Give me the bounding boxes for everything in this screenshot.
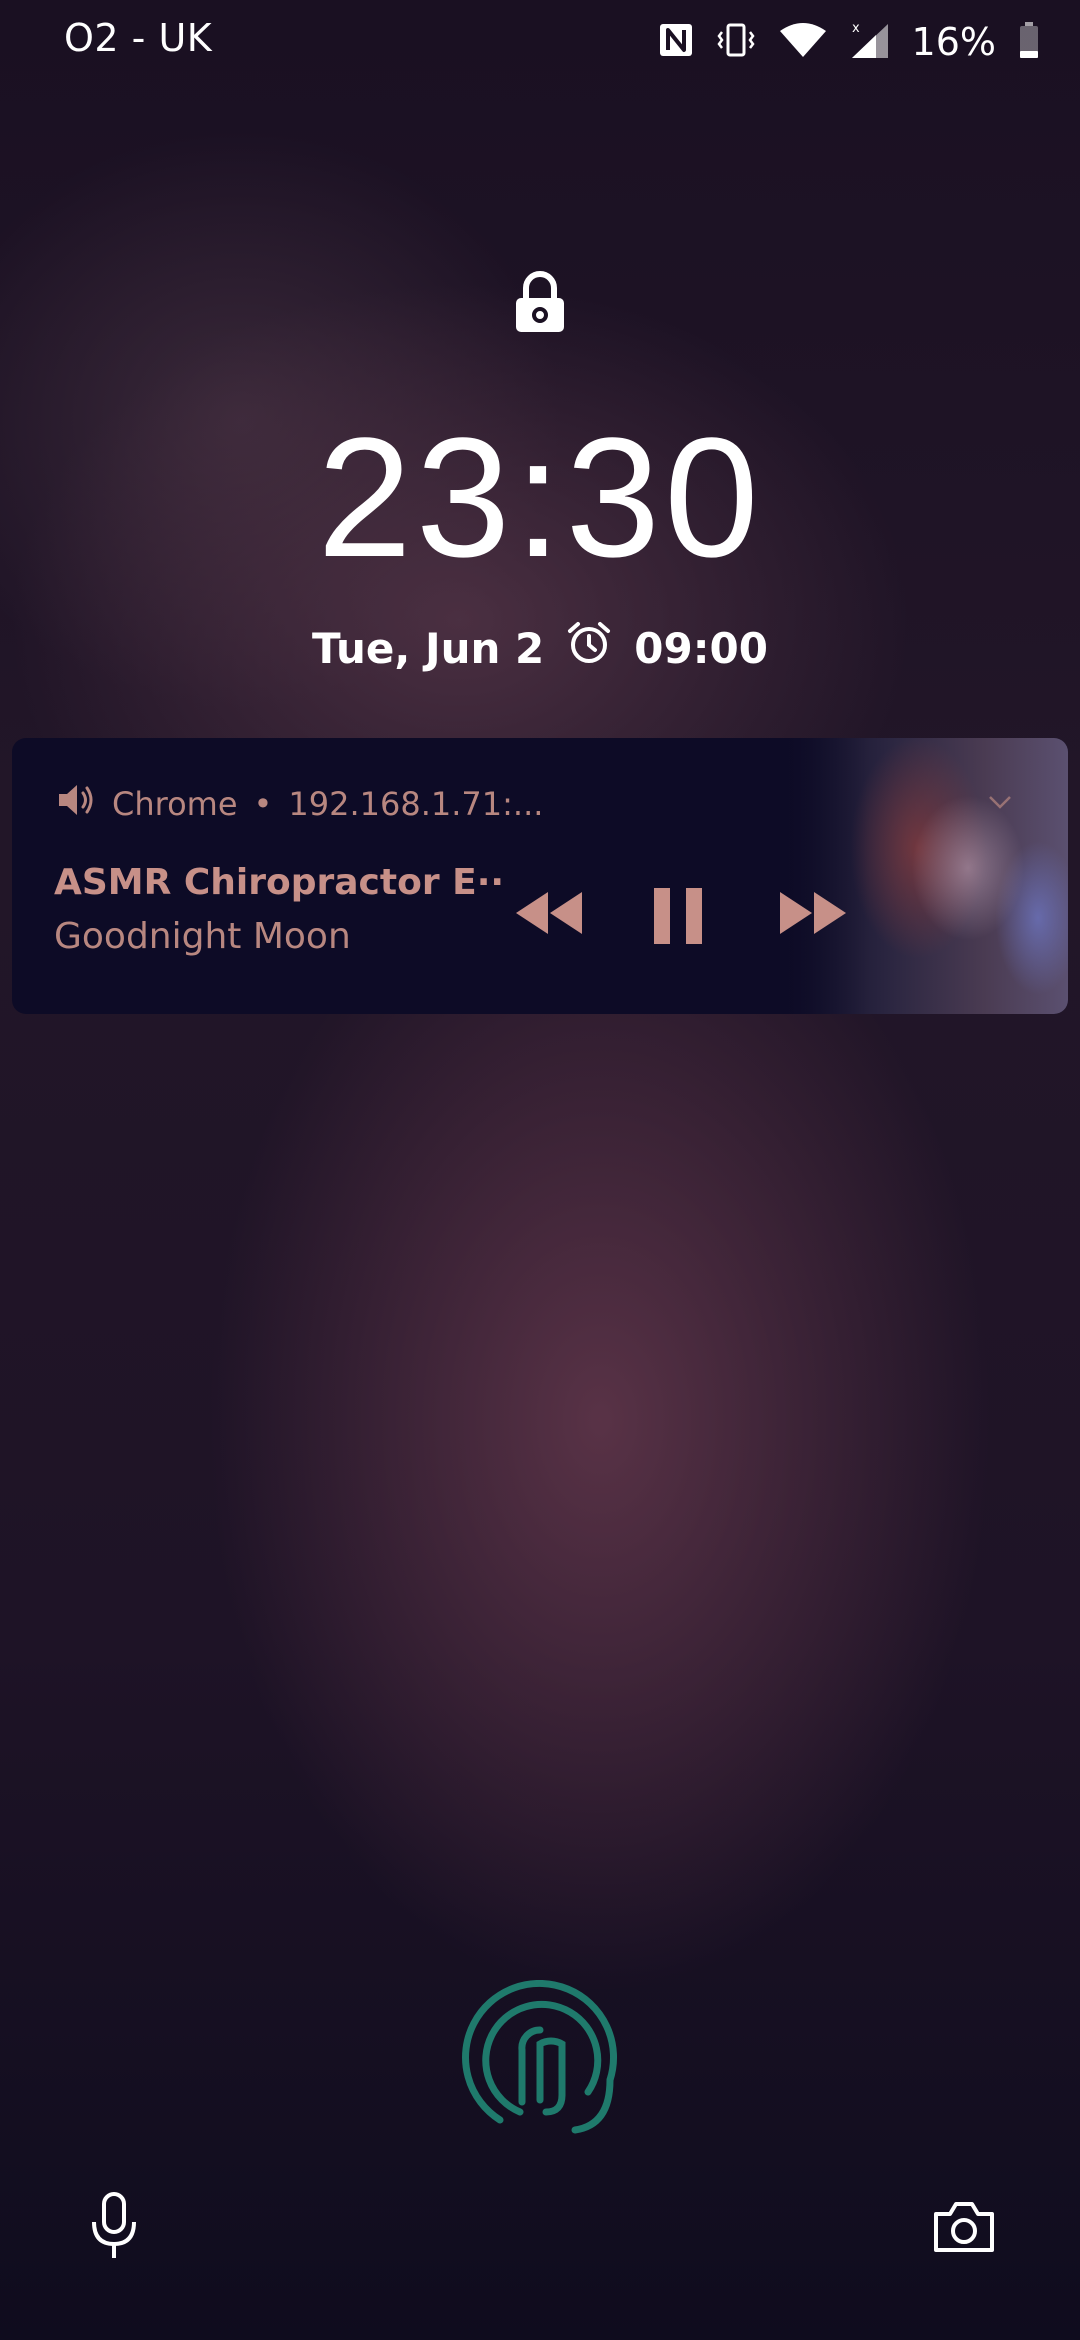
lock-clock: 23:30 [317, 403, 763, 593]
date-text: Tue, Jun 2 [312, 623, 545, 673]
date-alarm-row: Tue, Jun 2 09:00 [0, 620, 1080, 676]
media-title: ASMR Chiropractor E·· [54, 862, 505, 903]
media-notification[interactable]: Chrome • 192.168.1.71:... ASMR Chiroprac… [12, 738, 1068, 1014]
media-app-name: Chrome [112, 785, 238, 823]
vibrate-icon [716, 22, 756, 62]
media-header: Chrome • 192.168.1.71:... [56, 782, 543, 826]
status-bar: O2 - UK x 16% [0, 0, 1080, 84]
microphone-icon[interactable] [88, 2192, 140, 2260]
signal-icon: x [850, 20, 890, 64]
svg-text:x: x [852, 21, 860, 36]
camera-icon[interactable] [932, 2200, 996, 2254]
fingerprint-icon[interactable] [460, 1979, 620, 2140]
nfc-icon [658, 22, 694, 62]
pause-button[interactable] [652, 888, 704, 948]
media-source: 192.168.1.71:... [288, 785, 544, 823]
battery-percent: 16% [911, 20, 996, 64]
fast-forward-button[interactable] [778, 888, 850, 942]
media-separator: • [253, 785, 273, 823]
status-icons: x 16% [658, 16, 1040, 68]
album-art-fade [748, 738, 868, 1014]
wifi-icon [778, 21, 828, 63]
speaker-icon [56, 782, 96, 826]
media-artist: Goodnight Moon [54, 916, 351, 957]
alarm-icon [566, 620, 612, 676]
chevron-down-icon[interactable] [988, 794, 1012, 813]
alarm-time: 09:00 [634, 623, 768, 673]
battery-icon [1018, 21, 1040, 63]
lock-icon[interactable] [512, 270, 568, 334]
carrier-name: O2 - UK [64, 16, 213, 60]
rewind-button[interactable] [512, 888, 584, 942]
